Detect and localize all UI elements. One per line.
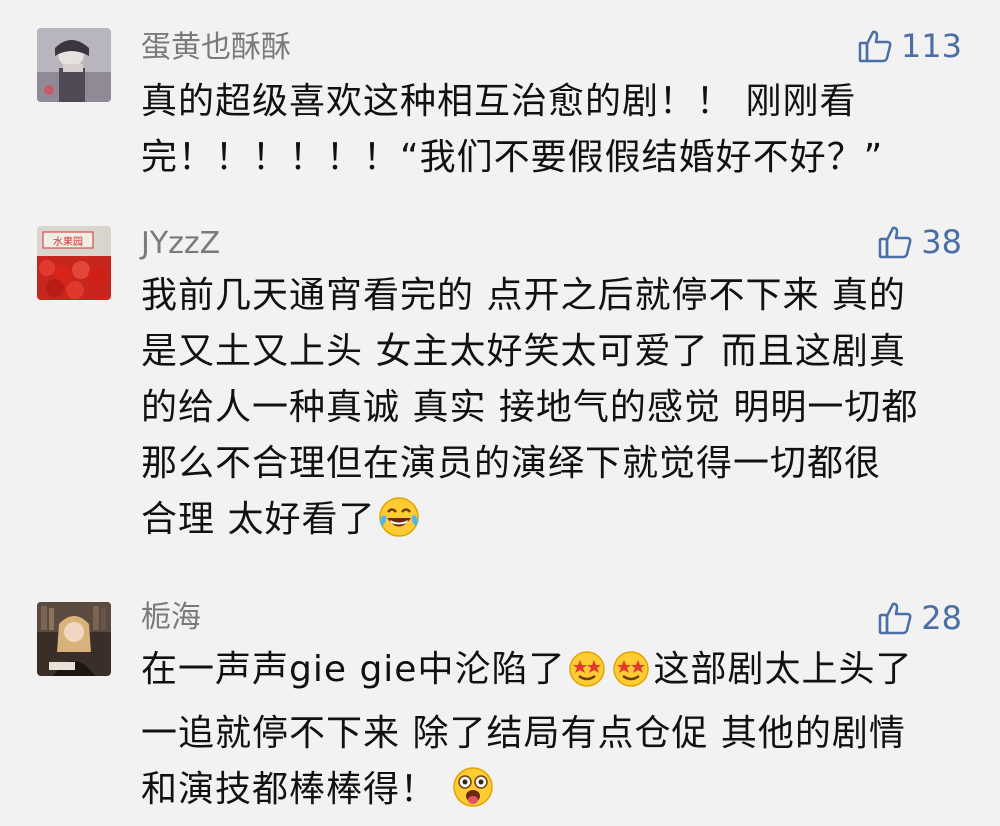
comment-item: 水果园 JYzzZ 38 我前几天通宵看完的 点开之后就停不下来 真的 是又土又… (0, 200, 1000, 590)
comment-line: 一追就停不下来 除了结局有点仓促 其他的剧情 (141, 713, 906, 754)
avatar[interactable] (37, 28, 111, 102)
comment-line: 是又土又上头 女主太好笑太可爱了 而且这剧真 (141, 331, 906, 372)
avatar[interactable] (37, 602, 111, 676)
comment-text: 真的超级喜欢这种相互治愈的剧！！ 刚刚看 完！！！！！！“我们不要假假结婚好不好… (141, 74, 971, 186)
comment-line-text: 和演技都棒棒得！ (141, 769, 438, 810)
comment-item: 蛋黄也酥酥 113 真的超级喜欢这种相互治愈的剧！！ 刚刚看 完！！！！！！“我… (0, 0, 1000, 200)
comment-line-text: 在一声声gie gie中沦陷了 (141, 649, 566, 690)
thumbs-up-icon (877, 224, 913, 260)
username[interactable]: 栀海 (141, 600, 201, 636)
star-eyes-emoji (567, 649, 607, 706)
comment-line: 完！！！！！！“我们不要假假结婚好不好？” (141, 137, 884, 178)
comment-line-text: 合理 太好看了 (141, 499, 376, 540)
comment-line-text: 这部剧太上头了 (653, 649, 913, 690)
comment-item: 栀海 28 在一声声gie gie中沦陷了 这部剧太上头了 一追就停不下来 除了… (0, 590, 1000, 810)
tears-of-joy-emoji (377, 495, 421, 556)
like-button[interactable]: 113 (857, 28, 962, 64)
comment-line: 和演技都棒棒得！ (141, 762, 971, 826)
username[interactable]: JYzzZ (141, 226, 220, 262)
comment-line: 的给人一种真诚 真实 接地气的感觉 明明一切都 (141, 387, 919, 428)
svg-text:水果园: 水果园 (53, 236, 83, 248)
username[interactable]: 蛋黄也酥酥 (141, 30, 291, 66)
comment-text: 在一声声gie gie中沦陷了 这部剧太上头了 一追就停不下来 除了结局有点仓促… (141, 642, 971, 826)
like-count: 28 (921, 599, 962, 637)
comment-line: 真的超级喜欢这种相互治愈的剧！！ 刚刚看 (141, 81, 857, 122)
like-count: 38 (921, 223, 962, 261)
comment-line: 在一声声gie gie中沦陷了 这部剧太上头了 (141, 642, 971, 706)
comment-text: 我前几天通宵看完的 点开之后就停不下来 真的 是又土又上头 女主太好笑太可爱了 … (141, 268, 971, 556)
comment-line: 合理 太好看了 (141, 492, 971, 556)
comment-line: 那么不合理但在演员的演绎下就觉得一切都很 (141, 443, 882, 484)
like-button[interactable]: 38 (877, 224, 962, 260)
thumbs-up-icon (877, 600, 913, 636)
thumbs-up-icon (857, 28, 893, 64)
star-eyes-emoji (611, 649, 651, 706)
like-count: 113 (900, 27, 962, 65)
surprised-tongue-emoji (451, 765, 495, 826)
like-button[interactable]: 28 (877, 600, 962, 636)
avatar[interactable]: 水果园 (37, 226, 111, 300)
comment-line: 我前几天通宵看完的 点开之后就停不下来 真的 (141, 275, 906, 316)
